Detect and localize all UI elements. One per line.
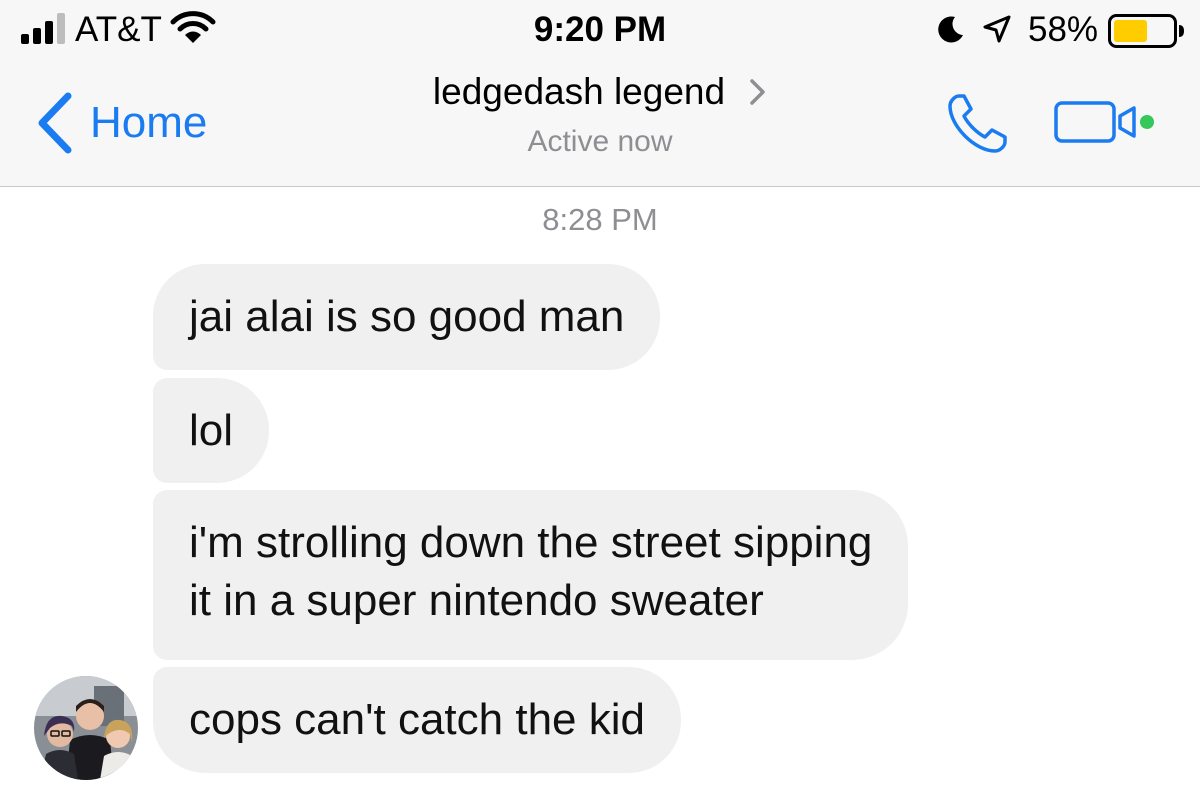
contact-name-button[interactable]: ledgedash legend (433, 66, 767, 118)
avatar-photo (34, 676, 138, 780)
status-time: 9:20 PM (533, 10, 667, 49)
chevron-right-icon (750, 79, 765, 105)
sender-avatar[interactable] (34, 676, 138, 780)
contact-name: ledgedash legend (432, 71, 726, 112)
message-text-line: i'm strolling down the street sipping (189, 518, 873, 567)
message-bubble[interactable]: cops can't catch the kid (153, 667, 681, 773)
message-timestamp: 8:28 PM (542, 202, 658, 237)
header: AT&T 9:20 PM 58% Home ledgedash legend A… (0, 0, 1200, 187)
message-text: cops can't catch the kid (189, 695, 645, 744)
location-arrow-icon (983, 15, 1011, 43)
message-text-line: it in a super nintendo sweater (189, 576, 764, 625)
active-status: Active now (527, 125, 673, 158)
phone-icon[interactable] (945, 90, 1011, 156)
battery-icon (1108, 14, 1184, 48)
conversation-title: ledgedash legend Active now (0, 66, 1200, 162)
video-camera-icon[interactable] (1054, 101, 1158, 145)
online-dot (1140, 115, 1154, 129)
message-bubble[interactable]: i'm strolling down the street sipping it… (153, 490, 909, 660)
moon-icon (938, 16, 963, 43)
message-bubble[interactable]: lol (153, 378, 270, 483)
message-bubble[interactable]: jai alai is so good man (153, 264, 661, 370)
messenger-screen: AT&T 9:20 PM 58% Home ledgedash legend A… (0, 0, 1200, 795)
message-text: lol (189, 406, 234, 455)
message-text: jai alai is so good man (189, 292, 625, 341)
battery-percent: 58% (1028, 10, 1099, 49)
